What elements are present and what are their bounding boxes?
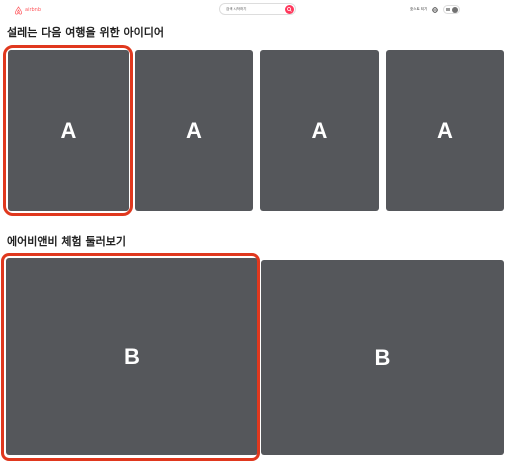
travel-idea-card[interactable]: A [260,50,379,211]
search-button[interactable] [285,5,294,14]
card-label: A [311,117,328,143]
card-label: B [374,344,391,370]
search-bar[interactable]: 검색 시작하기 [219,3,296,15]
menu-icon [446,8,451,11]
globe-icon[interactable] [432,6,438,13]
travel-idea-card[interactable]: A [386,50,504,211]
section-title-travel-ideas: 설레는 다음 여행을 위한 아이디어 [7,26,164,39]
top-navigation-bar: airbnb 검색 시작하기 호스트 되기 [0,0,509,20]
airbnb-logo[interactable]: airbnb [14,5,41,15]
travel-idea-card[interactable]: A [135,50,253,211]
section-title-experiences: 에어비앤비 체험 둘러보기 [7,235,126,248]
profile-menu-button[interactable] [443,5,461,14]
avatar-icon [452,6,459,13]
card-label: B [124,343,140,369]
card-label: A [186,117,202,143]
card-label: A [437,117,453,143]
logo-text: airbnb [25,7,42,13]
experience-card[interactable]: B [261,260,504,455]
right-navigation: 호스트 되기 [410,4,461,15]
search-placeholder: 검색 시작하기 [226,6,247,11]
search-icon [287,7,292,12]
airbnb-logo-icon [14,5,23,14]
experience-card[interactable]: B [6,258,258,455]
become-host-link[interactable]: 호스트 되기 [410,7,427,12]
travel-idea-card[interactable]: A [8,50,129,211]
card-label: A [60,117,77,143]
